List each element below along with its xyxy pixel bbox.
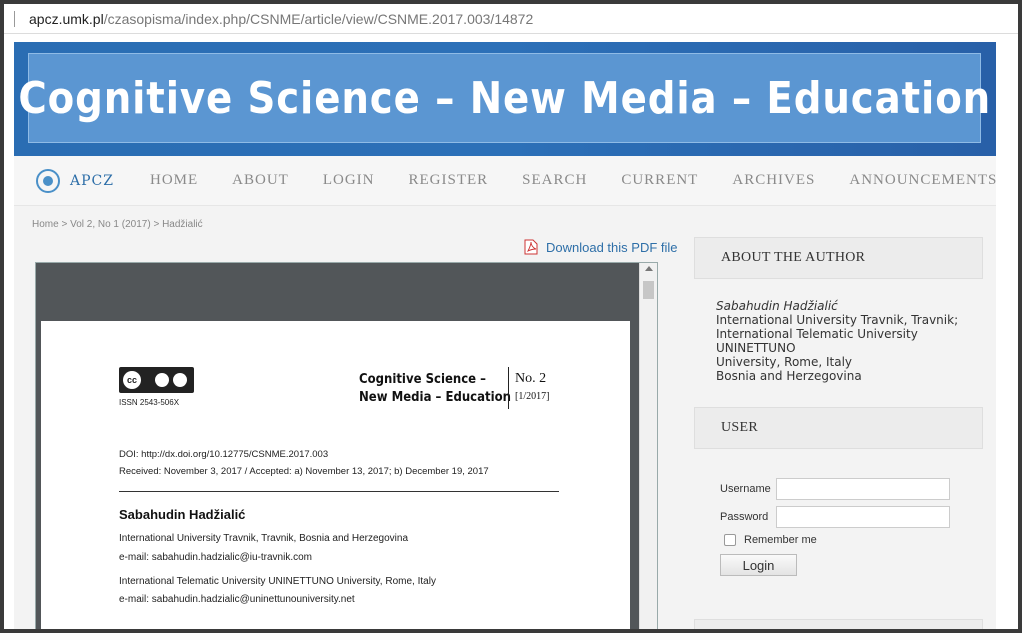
pdf-rule: [119, 491, 559, 492]
cc-badge: cc: [123, 371, 141, 389]
password-input[interactable]: [776, 506, 950, 528]
username-label: Username: [720, 483, 771, 495]
creative-commons-icon: cc: [119, 367, 194, 393]
pdf-email-2: e-mail: sabahudin.hadzialic@uninettunoun…: [119, 594, 355, 605]
pdf-affiliation-1: International University Travnik, Travni…: [119, 533, 409, 544]
journal-title-line1: Cognitive Science –: [359, 372, 487, 387]
apcz-logo[interactable]: APCZ: [36, 168, 114, 193]
author-name: Sabahudin Hadžialić: [716, 299, 838, 313]
nav-search[interactable]: SEARCH: [522, 172, 587, 189]
nav-current[interactable]: CURRENT: [621, 172, 698, 189]
download-pdf-label: Download this PDF file: [546, 239, 678, 255]
journal-title: Cognitive Science – New Media – Educatio…: [359, 371, 511, 407]
pdf-affiliation-2: International Telematic University UNINE…: [119, 576, 436, 587]
about-author-panel: ABOUT THE AUTHOR Sabahudin Hadžialić Int…: [694, 237, 983, 383]
user-panel: USER: [694, 407, 983, 449]
doi: DOI: http://dx.doi.org/10.12775/CSNME.20…: [119, 449, 329, 460]
pdf-viewer[interactable]: cc ISSN 2543-506X Cognitive Science – Ne…: [35, 262, 658, 629]
issue-divider: [508, 367, 509, 409]
site-banner[interactable]: Cognitive Science – New Media – Educatio…: [14, 42, 996, 156]
remember-checkbox[interactable]: [724, 534, 736, 546]
next-panel: [694, 619, 983, 629]
issn: ISSN 2543-506X: [119, 398, 180, 407]
nav-announcements[interactable]: ANNOUNCEMENTS: [849, 172, 997, 189]
nav-about[interactable]: ABOUT: [232, 172, 289, 189]
username-row: Username: [694, 478, 983, 500]
breadcrumb[interactable]: Home > Vol 2, No 1 (2017) > Hadžialić: [32, 219, 203, 230]
author-line-1: International University Travnik, Travni…: [716, 313, 959, 327]
banner-box: Cognitive Science – New Media – Educatio…: [18, 53, 990, 143]
main-nav: APCZ HOME ABOUT LOGIN REGISTER SEARCH CU…: [14, 156, 996, 206]
logo-text: APCZ: [70, 172, 114, 189]
pdf-email-1: e-mail: sabahudin.hadzialic@iu-travnik.c…: [119, 552, 313, 563]
address-bar[interactable]: apcz.umk.pl /czasopisma/index.php/CSNME/…: [4, 4, 1018, 34]
cc-nd-icon: [173, 373, 187, 387]
pdf-author: Sabahudin Hadžialić: [119, 507, 246, 522]
about-author-body: Sabahudin Hadžialić International Univer…: [694, 279, 983, 383]
author-line-2: International Telematic University UNINE…: [716, 327, 918, 355]
pdf-page: cc ISSN 2543-506X Cognitive Science – Ne…: [41, 321, 630, 629]
login-form: Username Password Remember me Login: [694, 478, 983, 576]
nav-login[interactable]: LOGIN: [323, 172, 375, 189]
password-row: Password: [694, 506, 983, 528]
scroll-up-icon[interactable]: [645, 266, 653, 271]
address-divider: [14, 10, 15, 27]
apcz-logo-icon: [36, 168, 60, 193]
user-heading: USER: [694, 407, 983, 449]
received-dates: Received: November 3, 2017 / Accepted: a…: [119, 466, 489, 477]
site-title: Cognitive Science – New Media – Educatio…: [18, 72, 991, 124]
username-input[interactable]: [776, 478, 950, 500]
password-label: Password: [720, 511, 769, 523]
cc-by-icon: [155, 373, 169, 387]
url-path: /czasopisma/index.php/CSNME/article/view…: [103, 10, 534, 27]
remember-me[interactable]: Remember me: [724, 534, 983, 546]
journal-title-line2: New Media – Education: [359, 390, 511, 405]
scroll-thumb[interactable]: [643, 281, 654, 299]
login-button[interactable]: Login: [720, 554, 797, 576]
author-line-4: Bosnia and Herzegovina: [716, 369, 862, 383]
pdf-scrollbar[interactable]: [639, 263, 657, 629]
about-author-heading: ABOUT THE AUTHOR: [694, 237, 983, 279]
nav-register[interactable]: REGISTER: [408, 172, 488, 189]
page: Cognitive Science – New Media – Educatio…: [14, 42, 996, 629]
url-host: apcz.umk.pl: [29, 10, 104, 27]
pdf-icon: [524, 239, 538, 255]
remember-label: Remember me: [744, 534, 817, 546]
download-pdf-link[interactable]: Download this PDF file: [524, 239, 678, 255]
author-line-3: University, Rome, Italy: [716, 355, 853, 369]
nav-home[interactable]: HOME: [150, 172, 198, 189]
nav-archives[interactable]: ARCHIVES: [732, 172, 815, 189]
issue-number: No. 2: [515, 371, 547, 386]
issue-year: [1/2017]: [515, 391, 550, 402]
browser-window: apcz.umk.pl /czasopisma/index.php/CSNME/…: [4, 4, 1018, 629]
